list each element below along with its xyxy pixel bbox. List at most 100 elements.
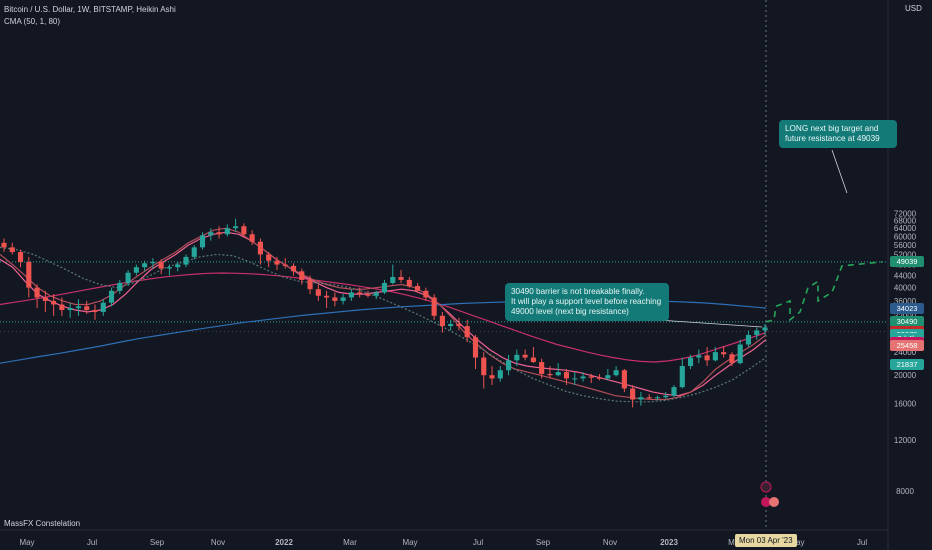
callout-pointer bbox=[657, 319, 763, 328]
long-target-callout[interactable]: LONG next big target and future resistan… bbox=[779, 120, 897, 148]
candle-body bbox=[621, 370, 627, 389]
candle-body bbox=[332, 297, 338, 301]
candle-body bbox=[696, 355, 702, 358]
candle-body bbox=[299, 271, 305, 280]
candle-body bbox=[199, 235, 206, 248]
candle-body bbox=[431, 297, 437, 316]
price-tick-label: 8000 bbox=[896, 487, 914, 496]
candle-body bbox=[671, 387, 677, 396]
time-tick-label: 2023 bbox=[660, 538, 678, 547]
time-tick-label: May bbox=[19, 538, 34, 547]
candle-body bbox=[373, 292, 379, 296]
candle-body bbox=[745, 334, 752, 345]
candle-body bbox=[191, 247, 197, 257]
candle-body bbox=[588, 376, 594, 378]
candle-body bbox=[26, 261, 32, 288]
candle-body bbox=[472, 337, 479, 358]
price-tick-label: 60000 bbox=[894, 232, 917, 241]
candle-body bbox=[307, 279, 313, 290]
event-icon[interactable] bbox=[760, 481, 772, 493]
candle-body bbox=[489, 375, 495, 379]
candle-body bbox=[530, 357, 536, 363]
candle-body bbox=[547, 373, 553, 376]
candle-body bbox=[572, 378, 578, 380]
moving-average-line bbox=[0, 246, 767, 403]
candle-body bbox=[357, 292, 363, 295]
price-tick-label: 64000 bbox=[894, 224, 917, 233]
barrier-callout[interactable]: 30490 barrier is not breakable finally. … bbox=[505, 283, 669, 321]
candle-body bbox=[563, 372, 570, 379]
projection-path bbox=[657, 149, 883, 328]
candle-body bbox=[51, 300, 57, 305]
price-tick-label: 40000 bbox=[894, 284, 917, 293]
event-icon[interactable] bbox=[769, 497, 779, 507]
candle-body bbox=[34, 287, 40, 298]
candle-body bbox=[646, 397, 652, 399]
candle-body bbox=[17, 252, 24, 262]
candle-body bbox=[729, 354, 735, 364]
candle-body bbox=[390, 276, 396, 283]
indicator-legend[interactable]: CMA (50, 1, 80) bbox=[4, 17, 60, 26]
candle-body bbox=[158, 261, 164, 269]
candle-body bbox=[439, 315, 445, 327]
candle-body bbox=[423, 290, 429, 298]
candle-body bbox=[415, 286, 421, 291]
price-chart[interactable]: 8000120001600020000240002800032000360004… bbox=[0, 0, 932, 550]
price-tick-label: 16000 bbox=[894, 399, 917, 408]
candle-body bbox=[613, 370, 619, 376]
candle-body bbox=[1, 242, 7, 248]
candle-body bbox=[381, 282, 388, 293]
candle-body bbox=[762, 327, 768, 331]
candle-body bbox=[497, 370, 503, 379]
price-badge: 21837 bbox=[890, 358, 924, 370]
candle-body bbox=[216, 232, 222, 235]
time-tick-label: Sep bbox=[150, 538, 165, 547]
price-axis: 8000120001600020000240002800032000360004… bbox=[894, 209, 917, 496]
candle-body bbox=[539, 362, 545, 374]
watermark: MassFX Constelation bbox=[4, 519, 81, 528]
candle-body bbox=[522, 354, 528, 358]
candle-body bbox=[630, 388, 636, 400]
time-tick-label: 2022 bbox=[275, 538, 293, 547]
candle-body bbox=[100, 302, 106, 312]
event-markers bbox=[760, 481, 779, 507]
candle-body bbox=[125, 272, 131, 283]
candle-body bbox=[117, 282, 123, 291]
time-tick-label: Jul bbox=[857, 538, 867, 547]
candle-body bbox=[555, 372, 561, 376]
candle-body bbox=[721, 352, 727, 355]
time-tick-label: Jul bbox=[87, 538, 97, 547]
candle-body bbox=[183, 256, 189, 265]
candle-body bbox=[324, 295, 330, 298]
price-badge: 49039 bbox=[890, 256, 924, 268]
candle-body bbox=[365, 294, 371, 296]
candle-body bbox=[241, 226, 247, 235]
candle-body bbox=[580, 376, 586, 379]
time-tick-label: Sep bbox=[536, 538, 551, 547]
candle-body bbox=[687, 357, 694, 367]
price-tick-label: 44000 bbox=[894, 272, 917, 281]
candle-body bbox=[340, 297, 346, 301]
candle-body bbox=[290, 265, 297, 272]
candle-body bbox=[166, 267, 172, 269]
candle-body bbox=[712, 352, 718, 361]
candle-body bbox=[133, 267, 139, 273]
candle-body bbox=[67, 308, 73, 311]
candle-body bbox=[75, 306, 82, 309]
candle-body bbox=[92, 310, 98, 312]
candle-body bbox=[224, 228, 230, 235]
candle-body bbox=[282, 264, 288, 266]
candle-body bbox=[679, 366, 685, 388]
candle-body bbox=[84, 306, 90, 311]
price-badge: 34023 bbox=[890, 302, 924, 314]
candle-body bbox=[514, 354, 520, 361]
currency-label: USD bbox=[905, 4, 922, 13]
chart-symbol-title: Bitcoin / U.S. Dollar, 1W, BITSTAMP, Hei… bbox=[4, 5, 176, 14]
candle-body bbox=[348, 292, 354, 298]
projection-line bbox=[765, 261, 883, 323]
candle-body bbox=[737, 344, 743, 364]
price-badge: 25458 bbox=[890, 340, 924, 351]
candle-body bbox=[266, 254, 272, 261]
time-tick-label: Jul bbox=[473, 538, 483, 547]
candle-body bbox=[257, 241, 263, 255]
